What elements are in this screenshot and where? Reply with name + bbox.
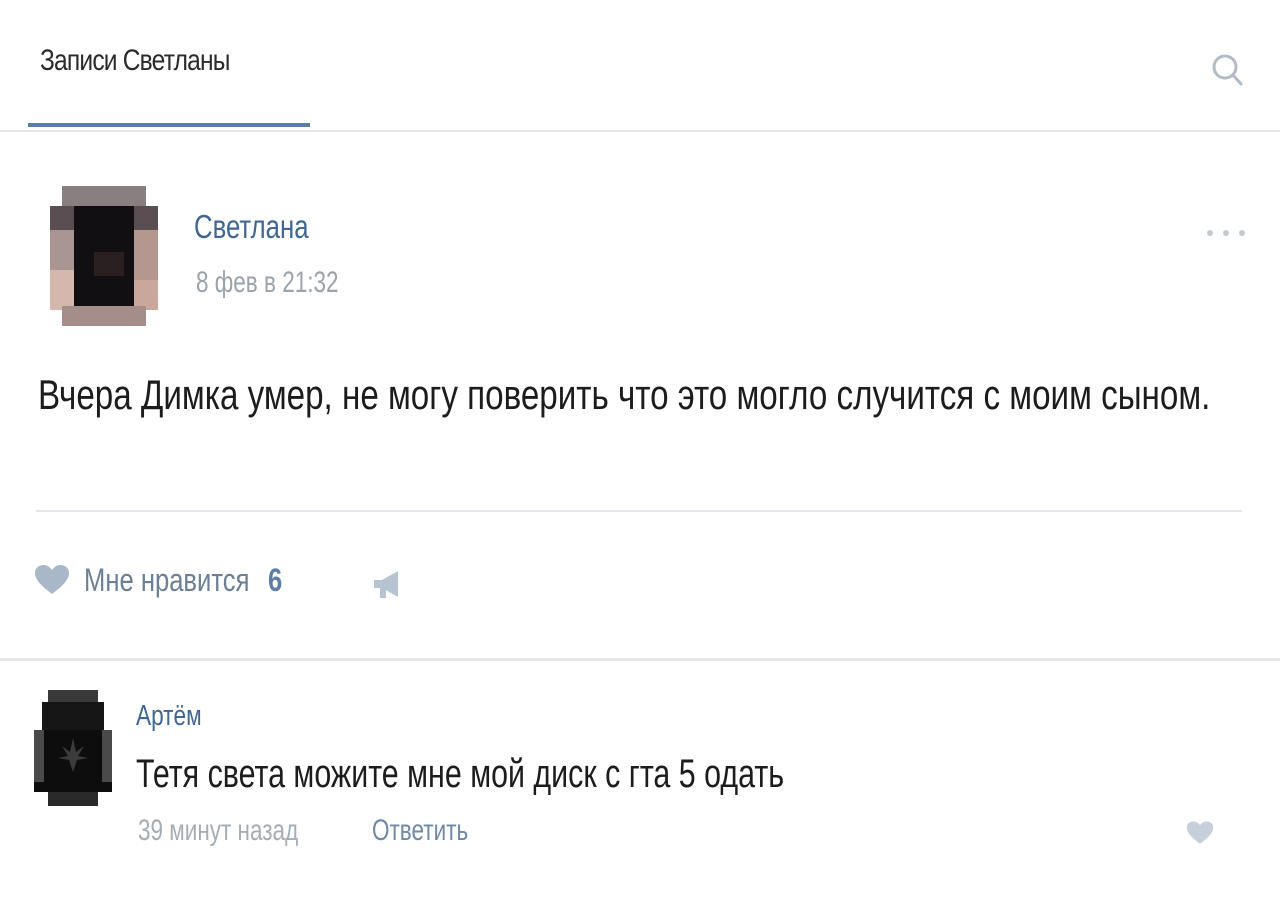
post-divider	[36, 510, 1242, 512]
post-text: Вчера Димка умер, не могу поверить что э…	[38, 371, 1211, 418]
post-date[interactable]: 8 фев в 21:32	[196, 266, 339, 300]
search-icon[interactable]	[1208, 50, 1248, 90]
comment-time[interactable]: 39 минут назад	[138, 814, 298, 848]
comment-text: Тетя света можите мне мой диск с гта 5 о…	[136, 752, 785, 796]
like-button[interactable]: Мне нравится	[34, 558, 291, 602]
comments-divider	[0, 658, 1280, 661]
like-label: Мне нравится	[84, 561, 250, 598]
avatar[interactable]	[34, 690, 112, 816]
heart-icon[interactable]	[1186, 820, 1214, 846]
reply-button[interactable]: Ответить	[372, 814, 468, 848]
like-count[interactable]: 6	[268, 562, 282, 599]
heart-icon	[35, 565, 69, 594]
more-dots-icon[interactable]	[1204, 226, 1248, 240]
megaphone-icon[interactable]	[370, 566, 406, 602]
wall-page: Записи Светланы Светлана 8 фев в 21:32 В…	[0, 0, 1280, 906]
post-author-link[interactable]: Светлана	[194, 208, 309, 246]
comment-author-link[interactable]: Артём	[136, 700, 202, 733]
active-tab-indicator	[28, 123, 310, 127]
tab-svetlana-posts[interactable]: Записи Светланы	[40, 44, 230, 78]
header-divider	[0, 130, 1280, 132]
wall-header: Записи Светланы	[0, 0, 1280, 134]
avatar[interactable]	[40, 172, 168, 334]
